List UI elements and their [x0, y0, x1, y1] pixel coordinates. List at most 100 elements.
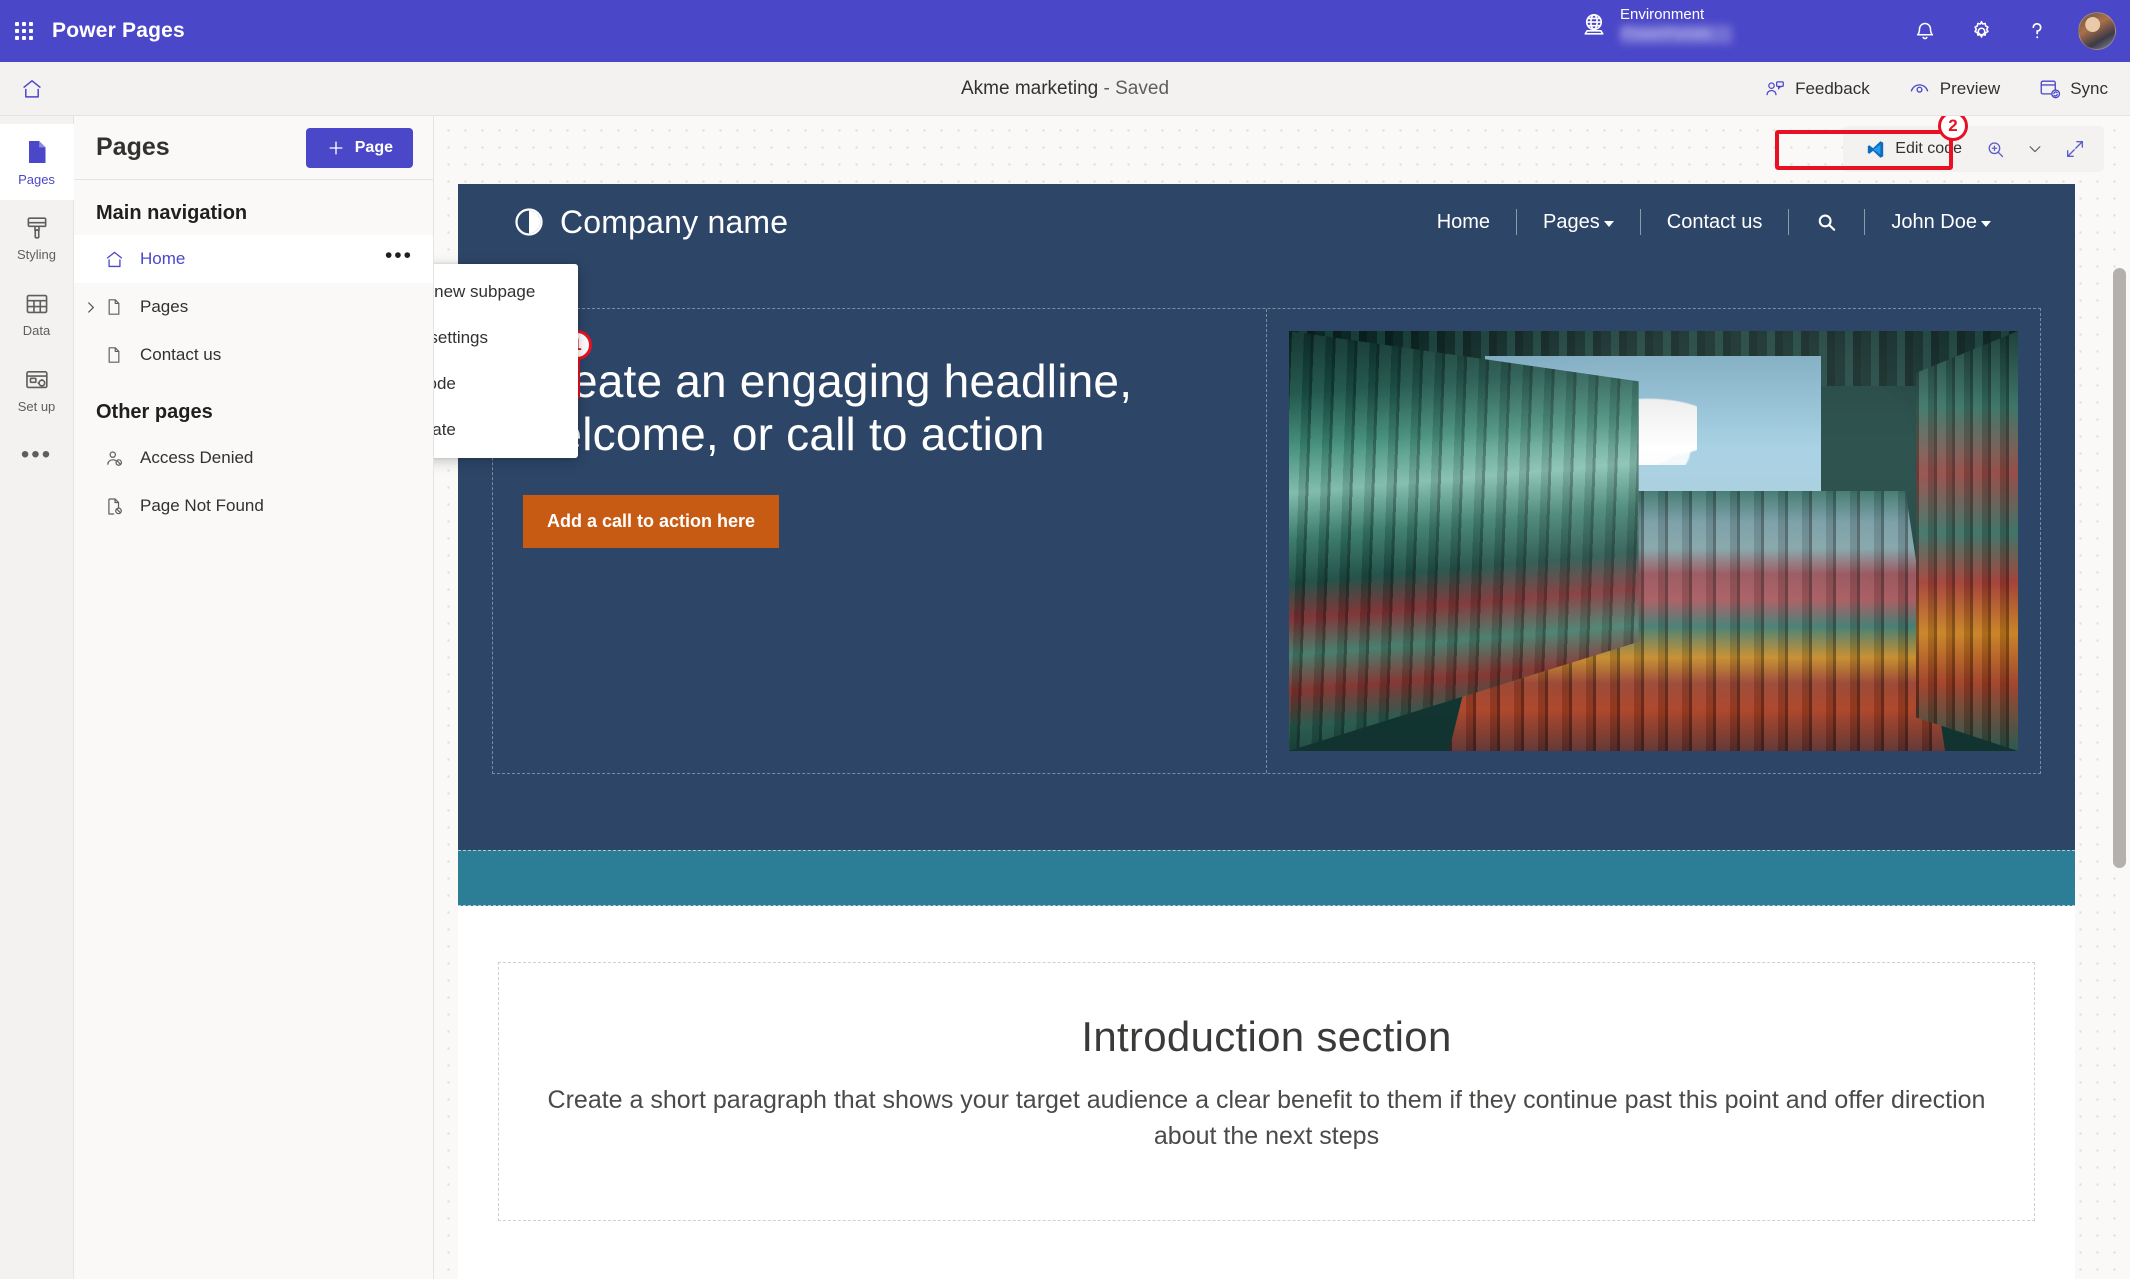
hero-section[interactable]: Create an engaging headline, welcome, or…: [458, 260, 2075, 850]
page-icon: [104, 345, 130, 365]
caret-down-icon: [1603, 221, 1614, 227]
canvas-vertical-scrollbar[interactable]: [2113, 268, 2126, 868]
page-icon: [104, 297, 130, 317]
gear-icon[interactable]: [1966, 16, 1996, 46]
expand-diagonal-icon[interactable]: [2058, 132, 2092, 166]
document-name: Akme marketing: [960, 77, 1099, 99]
hero-text-column[interactable]: Create an engaging headline, welcome, or…: [493, 309, 1267, 773]
sync-button[interactable]: Sync: [2034, 72, 2112, 105]
sidebar-item-data-label: Data: [22, 323, 51, 338]
site-nav-home-label: Home: [1436, 210, 1491, 233]
site-brand-name: Company name: [560, 203, 789, 240]
environment-selector[interactable]: Environment PowerPortals: [1580, 6, 1732, 44]
page-blocked-icon: [104, 496, 130, 517]
feedback-people-icon: [1766, 80, 1784, 95]
environment-label: Environment: [1620, 6, 1705, 23]
page-document-icon: [28, 141, 45, 163]
environment-name: PowerPortals: [1620, 24, 1732, 44]
context-menu-edit-code[interactable]: Edit code: [434, 361, 578, 407]
globe-icon: [1584, 13, 1604, 35]
waffle-grid-icon[interactable]: [10, 17, 38, 45]
tree-item-page-not-found-label: Page Not Found: [140, 496, 264, 515]
home-icon[interactable]: [10, 67, 54, 111]
chevron-right-icon[interactable]: [82, 283, 99, 331]
feedback-button[interactable]: Feedback: [1760, 73, 1874, 105]
page-title: Pages: [96, 133, 170, 161]
bell-icon[interactable]: [1910, 16, 1940, 46]
add-page-label: Page: [354, 138, 393, 156]
paint-brush-icon: [27, 217, 46, 239]
preview-label: Preview: [1939, 78, 2001, 98]
sidebar-item-styling-label: Styling: [16, 247, 57, 262]
site-nav-search[interactable]: [1789, 211, 1864, 234]
tree-item-home-overflow-button[interactable]: •••: [379, 245, 419, 273]
design-canvas: Edit code 2 Company name Home Pages Cont…: [434, 116, 2130, 1279]
site-header: Company name Home Pages Contact us John …: [458, 184, 2075, 260]
sidebar-item-pages[interactable]: Pages: [0, 124, 74, 200]
tree-item-access-denied-label: Access Denied: [140, 448, 254, 467]
sidebar-item-setup-label: Set up: [17, 399, 56, 414]
eye-preview-icon: [1910, 84, 1928, 93]
tree-item-home[interactable]: Home •••: [74, 235, 433, 283]
tree-item-contact-us[interactable]: Contact us: [74, 331, 433, 379]
page-context-menu: Add a new subpage Page settings: [434, 264, 578, 458]
sidebar-item-data[interactable]: Data: [0, 276, 74, 352]
site-nav-user-label: John Doe: [1891, 210, 1977, 233]
preview-button[interactable]: Preview: [1904, 72, 2004, 105]
setup-gear-window-icon: [25, 371, 48, 389]
site-nav-pages-label: Pages: [1543, 210, 1600, 233]
canvas-scrollbar-thumb[interactable]: [2113, 268, 2126, 868]
circle-logo-icon: [515, 208, 543, 236]
introduction-heading: Introduction section: [1081, 1013, 1452, 1060]
hero-image-column[interactable]: [1267, 309, 2041, 773]
teal-divider-section[interactable]: [458, 850, 2075, 906]
group-label-main-navigation: Main navigation: [96, 202, 248, 224]
sync-label: Sync: [2070, 78, 2108, 98]
tree-item-contact-us-label: Contact us: [140, 345, 222, 364]
app-title[interactable]: Power Pages: [52, 19, 185, 43]
command-bar-actions: Feedback Preview Sync: [1760, 72, 2112, 105]
introduction-section[interactable]: Introduction section Create a short para…: [458, 906, 2075, 1279]
tree-item-pages-label: Pages: [140, 297, 189, 316]
vscode-icon: [1868, 140, 1884, 158]
site-brand[interactable]: Company name: [514, 204, 788, 241]
sidebar-item-styling[interactable]: Styling: [0, 200, 74, 276]
sidebar-more-button[interactable]: •••: [0, 428, 74, 482]
group-label-other-pages: Other pages: [96, 401, 213, 423]
tree-item-access-denied[interactable]: Access Denied: [74, 434, 433, 482]
site-preview: Company name Home Pages Contact us John …: [458, 184, 2075, 1279]
site-nav-user[interactable]: John Doe: [1865, 211, 2017, 234]
suite-actions: [1910, 0, 2116, 62]
user-avatar[interactable]: [2078, 12, 2116, 50]
plus-icon: [329, 141, 343, 154]
document-status: - Saved: [1103, 77, 1170, 99]
left-nav-rail: Pages Styling Data Set up •••: [0, 116, 74, 1279]
command-bar: Akme marketing - Saved Feedback Preview: [0, 62, 2130, 116]
pages-panel-header: Pages Page: [74, 116, 433, 180]
site-nav-pages[interactable]: Pages: [1517, 211, 1640, 234]
tree-item-pages[interactable]: Pages: [74, 283, 433, 331]
context-menu-duplicate[interactable]: Duplicate: [434, 407, 578, 453]
zoom-in-icon[interactable]: [1978, 132, 2012, 166]
sidebar-item-setup[interactable]: Set up: [0, 352, 74, 428]
hero-headline: Create an engaging headline, welcome, or…: [523, 355, 1133, 460]
context-menu-add-subpage[interactable]: Add a new subpage: [434, 269, 578, 315]
question-mark-icon[interactable]: [2022, 16, 2052, 46]
site-nav-home[interactable]: Home: [1411, 211, 1516, 234]
tree-item-page-not-found[interactable]: Page Not Found: [74, 482, 433, 530]
hero-cta-button[interactable]: Add a call to action here: [523, 494, 780, 548]
person-blocked-icon: [104, 448, 130, 469]
site-nav-contact-us[interactable]: Contact us: [1641, 211, 1789, 234]
add-page-button[interactable]: Page: [305, 127, 413, 168]
context-menu-edit-code-label: Edit code: [434, 374, 456, 393]
chevron-down-icon[interactable]: [2018, 132, 2052, 166]
context-menu-page-settings[interactable]: Page settings: [434, 315, 578, 361]
site-nav-contact-us-label: Contact us: [1666, 210, 1763, 233]
introduction-paragraph: Create a short paragraph that shows your…: [547, 1086, 1986, 1150]
app-body: Pages Styling Data Set up ••• Pages Page…: [0, 116, 2130, 1279]
pages-panel: Pages Page Main navigation Home ••• Page…: [74, 116, 434, 1279]
context-menu-page-settings-label: Page settings: [434, 328, 489, 347]
canvas-edit-code-label: Edit code: [1895, 140, 1962, 157]
suite-top-bar: Power Pages Environment PowerPortals: [0, 0, 2130, 62]
context-menu-add-subpage-label: Add a new subpage: [434, 282, 536, 301]
